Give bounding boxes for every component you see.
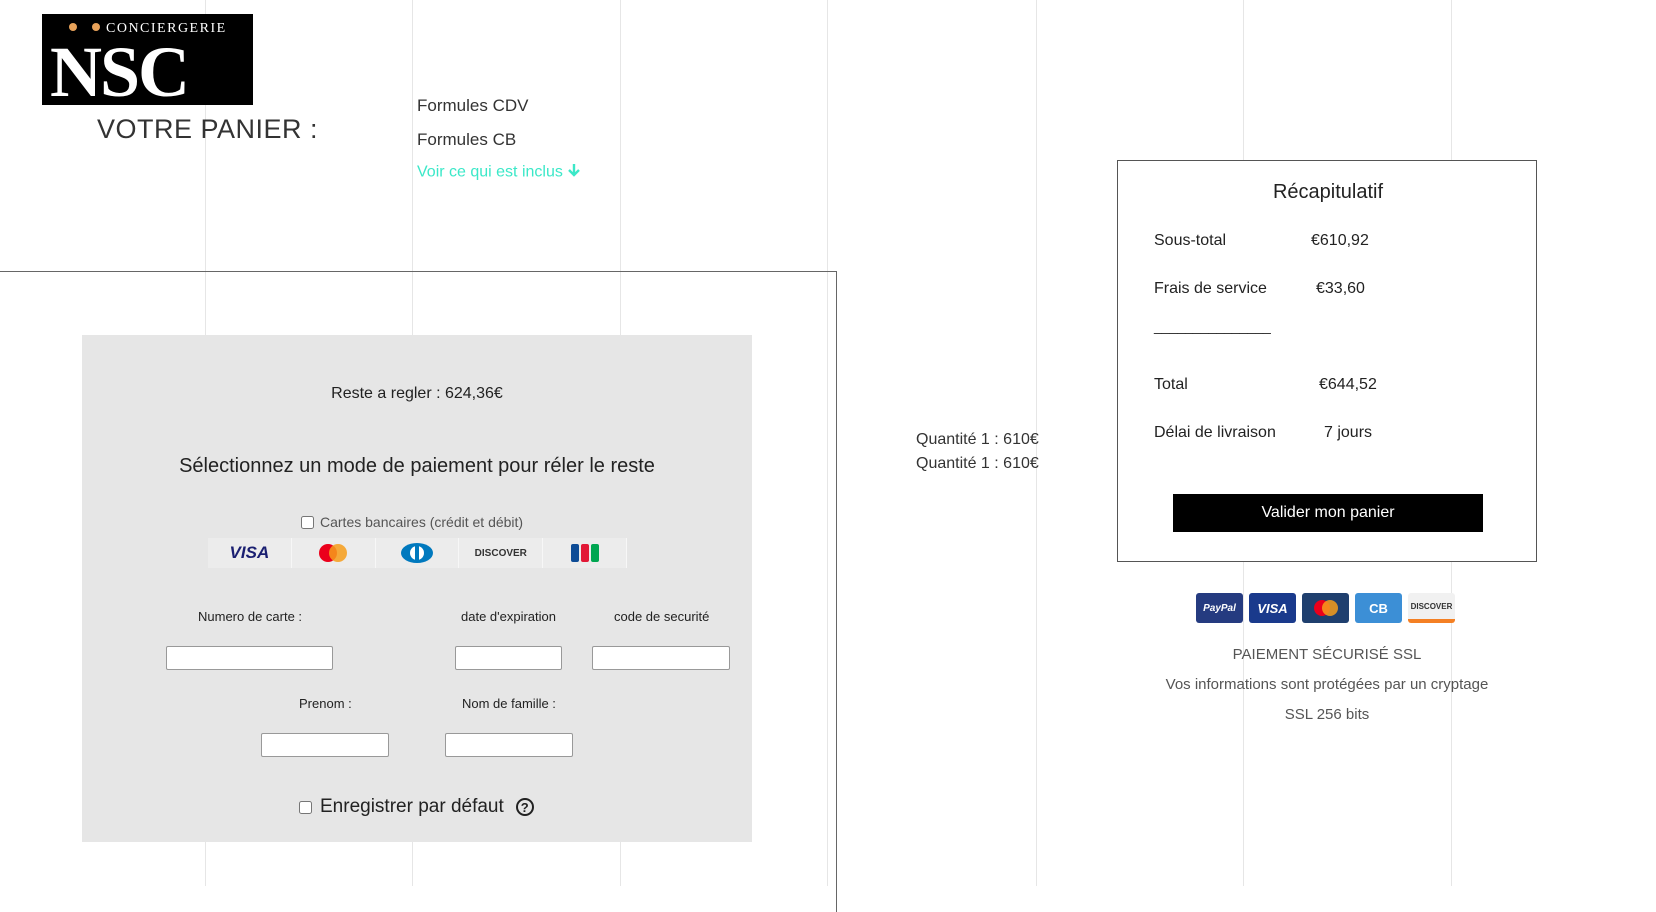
ssl-description-2: SSL 256 bits (1284, 706, 1370, 723)
see-included-label: Voir ce qui est inclus (417, 163, 563, 181)
subtotal-label: Sous-total (1154, 232, 1227, 249)
validate-cart-button[interactable]: Valider mon panier (1173, 494, 1483, 532)
logo-main-text: NSC (50, 32, 188, 105)
mastercard-icon (292, 538, 376, 568)
service-fee-value: €33,60 (1316, 280, 1365, 297)
card-logos: VISA DISCOVER (208, 538, 627, 568)
payment-panel: Reste a regler : 624,36€ Sélectionnez un… (82, 335, 752, 842)
card-number-label: Numero de carte : (198, 609, 303, 624)
security-code-input[interactable] (592, 646, 730, 670)
diners-club-icon (376, 538, 460, 568)
ssl-description: Vos informations sont protégées par un c… (1165, 676, 1489, 693)
payment-badges: PayPal VISA CB DISCOVER (1196, 593, 1455, 623)
see-included-link[interactable]: Voir ce qui est inclus (417, 163, 581, 182)
first-name-input[interactable] (261, 733, 389, 757)
security-code-label: code de securité (614, 609, 710, 624)
payment-method-title: Sélectionnez un mode de paiement pour ré… (179, 455, 655, 477)
visa-icon: VISA (1249, 593, 1296, 623)
total-value: €644,52 (1319, 376, 1377, 393)
card-number-input[interactable] (166, 646, 333, 670)
formule-cdv: Formules CDV (417, 96, 529, 115)
quantity-line: Quantité 1 : 610€ (916, 431, 1039, 448)
ssl-title: PAIEMENT SÉCURISÉ SSL (1232, 646, 1422, 663)
first-name-label: Prenom : (299, 696, 352, 711)
expiration-label: date d'expiration (461, 609, 556, 624)
subtotal-value: €610,92 (1311, 232, 1369, 249)
save-default-option[interactable]: Enregistrer par défaut ? (299, 796, 534, 818)
discover-icon: DISCOVER (1408, 593, 1455, 623)
discover-icon: DISCOVER (459, 538, 544, 568)
card-option-label: Cartes bancaires (crédit et débit) (320, 514, 524, 530)
last-name-input[interactable] (445, 733, 573, 757)
card-option-checkbox[interactable] (301, 515, 314, 529)
service-fee-label: Frais de service (1154, 280, 1267, 297)
arrow-down-icon (567, 163, 581, 182)
paypal-icon: PayPal (1196, 593, 1243, 623)
help-icon[interactable]: ? (515, 798, 534, 816)
order-summary: Récapitulatif Sous-total €610,92 Frais d… (1117, 160, 1537, 562)
delivery-value: 7 jours (1324, 424, 1373, 441)
last-name-label: Nom de famille : (462, 696, 556, 711)
summary-title: Récapitulatif (1272, 181, 1384, 203)
summary-separator: _______________ (1154, 318, 1271, 334)
remaining-amount: Reste a regler : 624,36€ (331, 385, 503, 402)
save-default-checkbox[interactable] (299, 800, 312, 814)
expiration-input[interactable] (455, 646, 562, 670)
formule-cb: Formules CB (417, 130, 517, 149)
logo[interactable]: CONCIERGERIE NSC (42, 14, 253, 105)
logo-graphic: CONCIERGERIE NSC (50, 21, 225, 105)
mastercard-icon (1302, 593, 1349, 623)
visa-icon: VISA (208, 538, 292, 568)
card-option[interactable]: Cartes bancaires (crédit et débit) (301, 514, 523, 530)
page-title: VOTRE PANIER : (97, 114, 319, 144)
jcb-icon (543, 538, 627, 568)
quantity-line: Quantité 1 : 610€ (916, 455, 1039, 472)
delivery-label: Délai de livraison (1154, 424, 1276, 441)
save-default-label: Enregistrer par défaut (320, 796, 504, 817)
total-label: Total (1154, 376, 1188, 393)
cb-icon: CB (1355, 593, 1402, 623)
